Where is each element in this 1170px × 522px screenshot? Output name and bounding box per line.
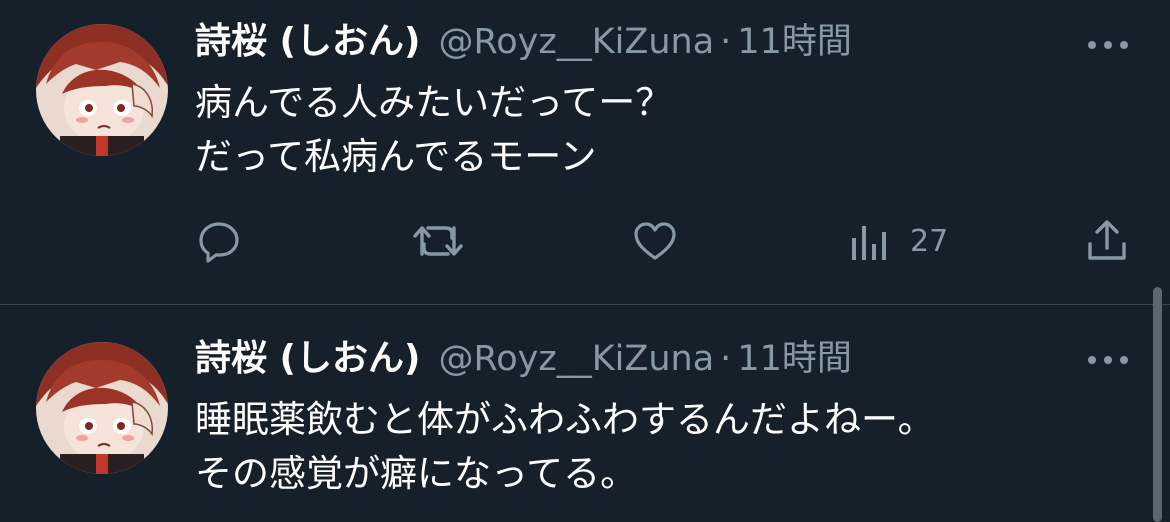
user-handle[interactable]: @Royz__KiZuna [438,337,714,381]
scrollbar[interactable] [1153,287,1162,522]
views-count: 27 [910,223,949,259]
avatar[interactable] [36,342,168,474]
share-icon [1084,218,1130,264]
tweet-text-line: だって私病んでるモーン [195,135,597,178]
tweet[interactable]: 詩桜 (しおん) @Royz__KiZuna · 11時間 病んでる人みたいだっ… [0,0,1170,304]
reply-button[interactable] [196,216,242,266]
tweet-text-line: 病んでる人みたいだってー？ [195,81,673,124]
tweet-text-line: 睡眠薬飲むと体がふわふわするんだよねー。 [195,398,935,441]
more-options-icon[interactable] [1084,35,1132,55]
tweet-text: 病んでる人みたいだってー？ だって私病んでるモーン [195,76,672,184]
retweet-button[interactable] [412,216,464,266]
user-handle[interactable]: @Royz__KiZuna [438,20,714,64]
separator-dot: · [720,22,732,62]
separator-dot: · [720,339,732,379]
heart-icon [632,218,678,264]
tweet-text-line: その感覚が癖になってる。 [195,452,638,495]
tweet-header: 詩桜 (しおん) @Royz__KiZuna · 11時間 [195,20,852,70]
more-options-icon[interactable] [1084,350,1132,370]
like-button[interactable] [632,216,678,266]
share-button[interactable] [1084,216,1130,266]
views-button[interactable]: 27 [850,216,948,266]
display-name[interactable]: 詩桜 (しおん) [195,337,420,381]
retweet-icon [412,218,464,264]
display-name[interactable]: 詩桜 (しおん) [195,20,420,64]
views-icon [850,218,890,264]
timestamp[interactable]: 11時間 [737,337,852,381]
tweet-header: 詩桜 (しおん) @Royz__KiZuna · 11時間 [195,337,852,387]
tweet-text: 睡眠薬飲むと体がふわふわするんだよねー。 その感覚が癖になってる。 [195,393,935,501]
avatar[interactable] [36,24,168,156]
reply-icon [196,218,242,264]
timeline-feed: 詩桜 (しおん) @Royz__KiZuna · 11時間 病んでる人みたいだっ… [0,0,1170,522]
timestamp[interactable]: 11時間 [737,20,852,64]
tweet-actions: 27 [0,216,1170,266]
tweet[interactable]: 詩桜 (しおん) @Royz__KiZuna · 11時間 睡眠薬飲むと体がふわ… [0,305,1170,522]
